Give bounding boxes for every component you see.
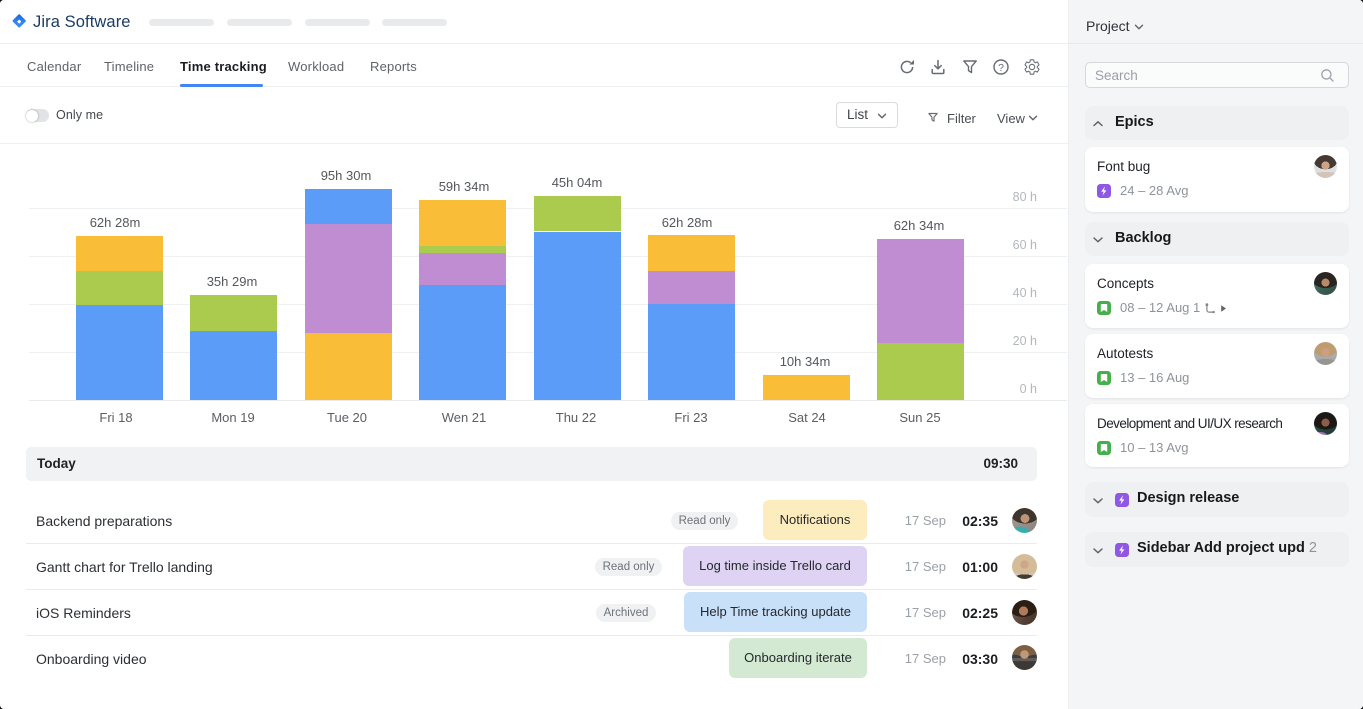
svg-text:?: ? xyxy=(998,62,1004,74)
